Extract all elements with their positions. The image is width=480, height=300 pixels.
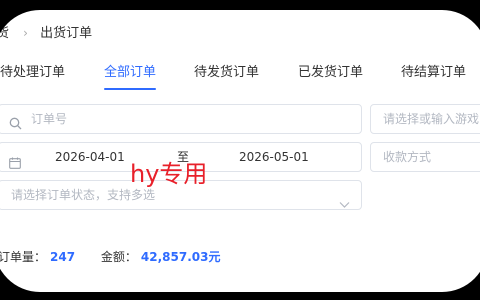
calendar-icon [9,151,21,169]
orders-panel: 货 › 出货订单 待处理订单 全部订单 待发货订单 已发货订单 待结算订单 订单… [0,10,480,292]
tab-shipped[interactable]: 已发货订单 [298,64,363,82]
watermark-text: hy专用 [130,160,208,188]
order-count-value: 247 [50,250,76,264]
game-select[interactable]: 请选择或输入游戏 [370,104,480,134]
payment-method-select[interactable]: 收款方式 [370,142,480,172]
order-tabs: 待处理订单 全部订单 待发货订单 已发货订单 待结算订单 [0,64,480,90]
order-count-label: 订单量： [0,250,47,264]
tab-to-ship[interactable]: 待发货订单 [194,64,259,82]
date-start[interactable]: 2026-04-01 [55,143,125,171]
amount-value: 42,857.03元 [140,250,221,264]
breadcrumb-parent[interactable]: 货 [0,26,9,41]
breadcrumb-current: 出货订单 [40,26,93,41]
active-tab-indicator [104,88,156,90]
order-no-input[interactable]: 订单号 [0,104,362,134]
search-icon [9,112,22,130]
chevron-down-icon [339,191,350,208]
breadcrumb: 货 › 出货订单 [0,25,92,41]
date-end[interactable]: 2026-05-01 [239,143,309,171]
order-stats: 订单量： 247 金额： 42,857.03元 [0,248,221,266]
game-placeholder: 请选择或输入游戏 [383,112,480,126]
tab-all-orders[interactable]: 全部订单 [104,64,156,82]
order-no-placeholder: 订单号 [31,112,68,126]
amount-label: 金额： [100,250,137,264]
tab-pending[interactable]: 待处理订单 [0,64,65,82]
breadcrumb-separator-icon: › [23,26,28,40]
payment-placeholder: 收款方式 [383,150,432,164]
tab-to-settle[interactable]: 待结算订单 [401,64,466,82]
